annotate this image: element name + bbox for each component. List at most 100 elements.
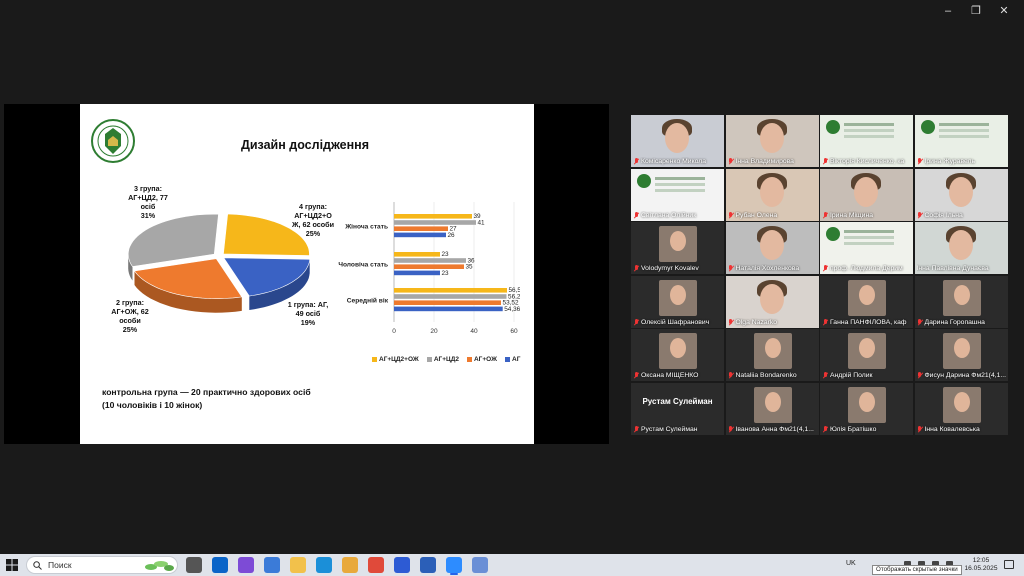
participant-tile[interactable]: Olga Nazarko [725,275,819,328]
participant-name-bar: Наталія Хохленкова [728,264,817,273]
bar-chart-legend: АГ+ЦД2+ОЖ АГ+ЦД2 АГ+ОЖ АГ [372,356,520,363]
chrome-icon[interactable] [368,557,384,573]
participant-tile[interactable]: Світлана Олійник [631,168,724,221]
paint-icon[interactable] [472,557,488,573]
avatar-face [953,284,970,305]
bar-value-label: 23 [442,251,450,258]
bar [394,232,446,238]
participant-tile[interactable]: Ірина Міщина [820,168,913,221]
legend-swatch [466,357,472,362]
shared-screen[interactable]: Дизайн дослідження 3 група: АГ+ЦД2, 77 осі… [4,104,609,444]
participant-tile[interactable]: Volodymyr Kovalev [631,222,724,274]
participant-tile[interactable]: Софія Ільна [914,168,1008,221]
avatar-face [670,338,686,358]
category-label: Середній вік [347,296,389,304]
participant-name: Ганна ПАНФІЛОВА, каф [830,318,907,326]
x-tick-label: 20 [430,328,438,335]
avatar-face [953,391,970,412]
participant-tile[interactable]: Наталія Хохленкова [725,222,819,274]
participant-name-bar: Іванова Анна Фм21(4,1... [728,425,817,434]
participant-name-bar: Ірина Журавель [917,157,1006,166]
muted-mic-icon [633,158,639,165]
participant-tile[interactable]: Вікторія Кисличенко, ка [820,115,913,167]
muted-mic-icon [728,372,734,379]
muted-mic-icon [917,372,923,379]
desktop: – ❐ ✕ Дизайн дослідження 3 група: АГ+ЦД2,… [0,0,1024,576]
muted-mic-icon [633,425,639,433]
participant-tile[interactable]: Комісаренко Микола [631,115,724,167]
participant-name-bar: Андрій Полик [822,371,911,380]
participant-name-bar: Ганна ПАНФІЛОВА, каф [822,318,911,327]
participant-tile[interactable]: проф. Людмила Дерим [820,222,913,274]
participant-tile[interactable]: Nataliia Bondarenko [725,329,819,381]
taskbar-clock[interactable]: 12:05 16.05.2025 [964,557,998,573]
participant-tile[interactable]: Андрій Полик [820,329,913,381]
outlook-icon[interactable] [212,557,228,573]
language-indicator[interactable]: UK [846,560,856,567]
mail-app-icon[interactable] [394,557,410,573]
participant-tile[interactable]: Ганна ПАНФІЛОВА, каф [820,275,913,328]
bar-value-label: 35 [466,264,474,271]
word-icon[interactable] [420,557,436,573]
participant-name-bar: Фисун Дарина Фм21(4,1... [917,371,1006,380]
zoom-icon[interactable] [446,557,462,575]
muted-mic-icon [822,158,828,165]
slide-lines [655,176,705,180]
face [759,176,784,207]
participant-tile[interactable]: Олексій Шафранович [631,275,724,328]
participant-tile[interactable]: Рубан Олена [725,168,819,221]
participant-name: Юлія Братішко [830,425,877,433]
avatar-face [764,338,781,358]
search-icon [33,560,42,570]
participant-name: Інна Павлівна Дунаєва [916,265,989,272]
slide-lines [844,230,894,233]
bar [394,252,440,257]
avatar-face [859,338,875,358]
task-view-icon[interactable] [186,557,202,573]
participant-tile[interactable]: Дарина Горопашна [914,275,1008,328]
participant-tile[interactable]: Інна Павлівна Дунаєва [914,222,1008,274]
participant-name: Інна Владимирова [735,158,794,165]
tray-tooltip: Отображать скрытые значки [872,565,962,575]
copilot-icon[interactable] [238,557,254,573]
maximize-button[interactable]: ❐ [962,3,990,19]
slide-logo-icon [826,120,840,134]
participant-name-bar: проф. Людмила Дерим [822,264,911,273]
store-icon[interactable] [264,557,280,573]
taskbar-search-box[interactable]: Поиск [26,556,178,574]
participant-name-bar: Дарина Горопашна [917,318,1006,327]
participant-tile[interactable]: Інна Ковалевська [914,382,1008,435]
participant-name: Рубан Олена [735,211,778,219]
bar [394,264,464,269]
participant-name-bar: Інна Владимирова [728,157,817,166]
avatar-face [859,284,875,305]
participant-tile[interactable]: Юлія Братішко [820,382,913,435]
participant-tile[interactable]: Ірина Журавель [914,115,1008,167]
participant-tile[interactable]: Іванова Анна Фм21(4,1... [725,382,819,435]
file-explorer-icon[interactable] [290,557,306,573]
bar-value-label: 26 [448,232,456,239]
legend-label: АГ [512,356,521,363]
participant-name-bar: Інна Ковалевська [917,425,1006,434]
face [759,230,784,260]
muted-mic-icon [633,265,639,272]
minimize-button[interactable]: – [934,3,962,19]
bar [394,306,503,312]
bar [394,220,476,225]
participant-tile[interactable]: Інна Владимирова [725,115,819,167]
close-button[interactable]: ✕ [990,3,1018,19]
edge-icon[interactable] [316,557,332,573]
participant-gallery: Комісаренко Микола Інна Владимирова Віктор… [631,115,1008,435]
participant-name: Рустам Сулейман [641,425,698,433]
slide-logo-icon [920,120,935,134]
files-icon[interactable] [342,557,358,573]
participant-name-bar: Volodymyr Kovalev [633,264,722,273]
participant-tile[interactable]: Рустам Сулейман Рустам Сулейман [631,382,724,435]
avatar-face [670,284,686,305]
windows-start-icon[interactable] [6,559,18,571]
participant-tile[interactable]: Фисун Дарина Фм21(4,1... [914,329,1008,381]
clock-time: 12:05 [972,557,990,564]
notification-icon[interactable] [1004,560,1014,569]
participant-tile[interactable]: Оксана МІЩЕНКО [631,329,724,381]
muted-mic-icon [728,211,734,219]
